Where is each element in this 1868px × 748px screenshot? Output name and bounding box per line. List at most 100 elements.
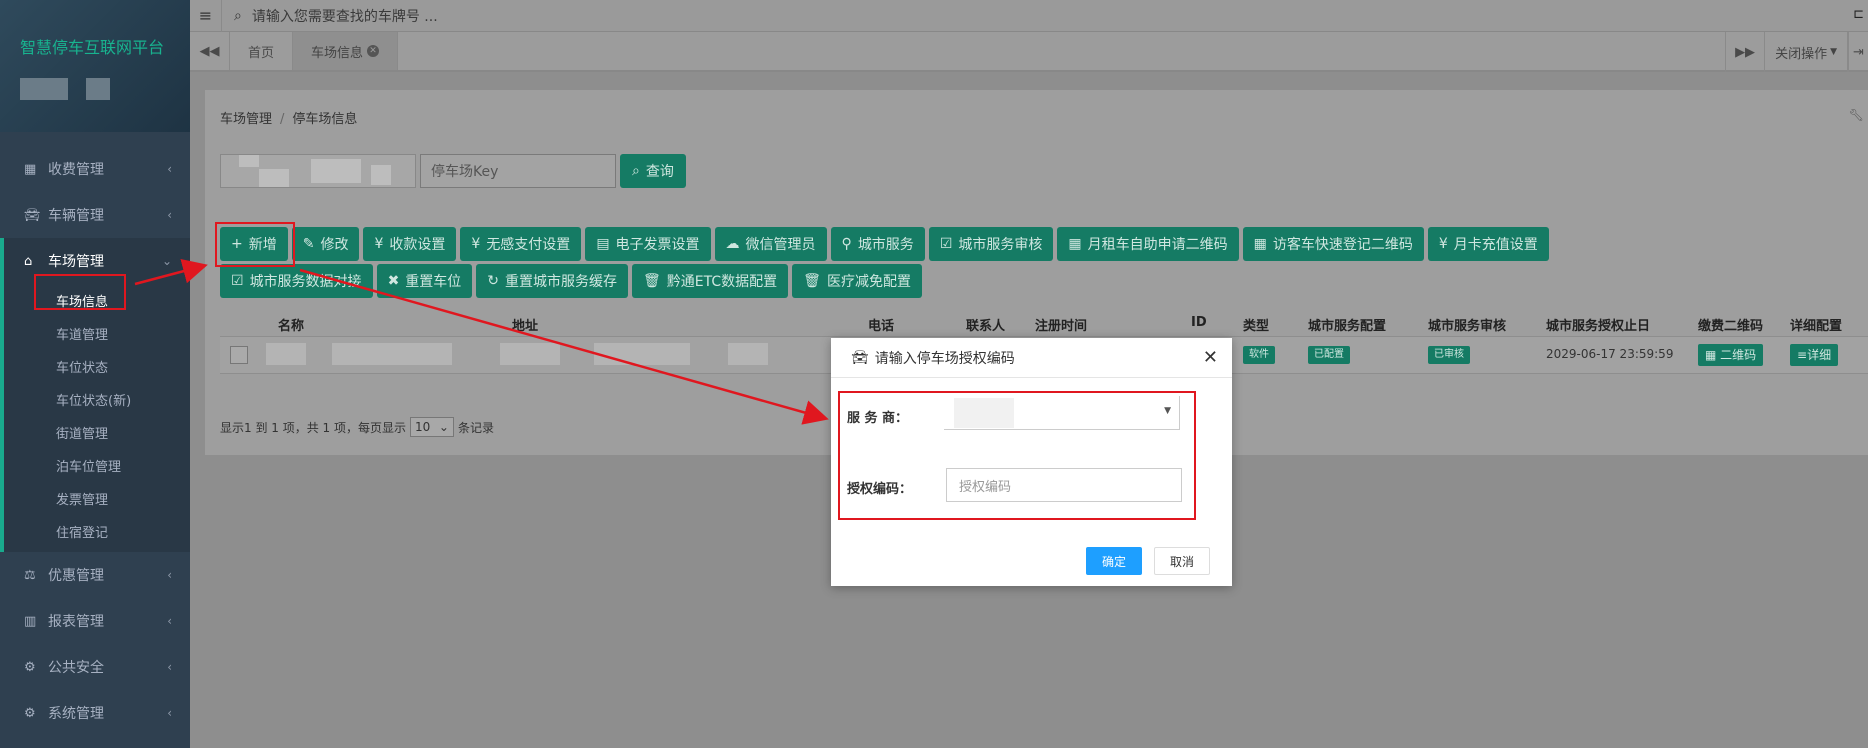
detail-button[interactable]: ≡详细	[1790, 344, 1839, 366]
close-icon[interactable]: ✕	[367, 45, 380, 57]
qrcode-icon: ▦	[1253, 236, 1267, 252]
subnav-item-lanes[interactable]: 车道管理	[4, 317, 190, 350]
breadcrumb: 车场管理 / 停车场信息	[220, 112, 358, 127]
fullscreen-icon[interactable]: ⊏	[1853, 7, 1864, 22]
monthly-qrcode-button[interactable]: ▦ 月租车自助申请二维码	[1057, 227, 1239, 261]
wrench-icon[interactable]: 🔧︎	[1849, 108, 1864, 122]
query-label: 查询	[645, 164, 674, 180]
row-checkbox[interactable]	[230, 346, 248, 364]
parking-select[interactable]	[220, 154, 416, 188]
subnav-item-berths[interactable]: 泊车位管理	[4, 449, 190, 482]
confirm-button[interactable]: 确定	[1086, 547, 1142, 575]
city-audit-badge: 已审核	[1428, 346, 1470, 364]
chevron-left-icon: ‹	[167, 568, 172, 582]
column-header[interactable]: ID	[1191, 315, 1207, 330]
sidebar-item-fee[interactable]: ▦ 收费管理 ‹	[0, 146, 190, 192]
column-header[interactable]: 联系人	[966, 315, 1005, 334]
type-badge: 软件	[1243, 346, 1275, 364]
wechat-admin-button[interactable]: ☁ 微信管理员	[714, 227, 827, 261]
city-data-docking-button[interactable]: ☑ 城市服务数据对接	[220, 264, 373, 298]
toolbar: + 新增 ✎ 修改 ¥ 收款设置 ¥ 无感支付设置 ▤ 电子发票设置 ☁ 微信管理员 ⚲ 城市…	[220, 227, 1660, 298]
grid-icon: ▦	[24, 161, 37, 177]
car-icon: 🚘︎	[851, 349, 869, 366]
car-icon: 🚘︎	[24, 207, 41, 223]
sidebar-item-label: 优惠管理	[48, 568, 104, 584]
column-header[interactable]: 类型	[1243, 315, 1269, 334]
gears-icon: ⚙	[24, 659, 36, 675]
button-label: 城市服务	[857, 237, 914, 253]
breadcrumb-parent[interactable]: 车场管理	[220, 112, 272, 127]
qrcode-button[interactable]: ▦ 二维码	[1698, 344, 1764, 366]
brand: 智慧停车互联网平台	[0, 0, 190, 132]
tab-parking-info[interactable]: 车场信息 ✕	[293, 32, 399, 70]
medical-relief-button[interactable]: 🗑︎ 医疗减免配置	[792, 264, 922, 298]
reset-city-cache-button[interactable]: ↻ 重置城市服务缓存	[476, 264, 629, 298]
sidebar-item-label: 报表管理	[48, 614, 104, 630]
city-service-button[interactable]: ⚲ 城市服务	[830, 227, 925, 261]
tab-scroll-left-icon[interactable]: ◀◀	[190, 32, 230, 70]
column-header[interactable]: 城市服务授权止日	[1546, 315, 1650, 334]
sidebar-item-system[interactable]: ⚙ 系统管理 ‹	[0, 690, 190, 736]
reset-space-button[interactable]: ✖ 重置车位	[376, 264, 473, 298]
column-header[interactable]: 详细配置	[1790, 315, 1842, 334]
gears-icon: ⚙	[24, 705, 36, 721]
button-label: 重置城市服务缓存	[505, 274, 618, 290]
redacted-address	[728, 343, 768, 365]
list-icon: ≡	[1797, 348, 1808, 362]
edit-button[interactable]: ✎ 修改	[291, 227, 360, 261]
pager-suffix: 条记录	[457, 420, 494, 435]
cancel-button[interactable]: 取消	[1154, 547, 1210, 575]
subnav-item-space-status-new[interactable]: 车位状态(新)	[4, 383, 190, 416]
button-label: 详细	[1807, 348, 1832, 362]
scale-icon: ⚖	[24, 567, 36, 583]
column-header[interactable]: 城市服务配置	[1308, 315, 1386, 334]
sidebar-subnav: 车场信息 车道管理 车位状态 车位状态(新) 街道管理 泊车位管理 发票管理 住…	[0, 284, 190, 552]
column-header[interactable]: 名称	[278, 315, 304, 334]
plate-search-input[interactable]: 请输入您需要查找的车牌号 ...	[252, 6, 438, 26]
hamburger-menu-icon[interactable]: ≡	[190, 0, 222, 32]
visitor-qrcode-button[interactable]: ▦ 访客车快速登记二维码	[1242, 227, 1424, 261]
column-header[interactable]: 城市服务审核	[1428, 315, 1506, 334]
etc-config-button[interactable]: 🗑︎ 黔通ETC数据配置	[632, 264, 789, 298]
table-header: 名称 地址 电话 联系人 注册时间 ID 类型 城市服务配置 城市服务审核 城市…	[220, 308, 1868, 336]
button-label: 微信管理员	[745, 237, 816, 253]
caret-down-icon: ▼	[1830, 47, 1837, 57]
tab-home[interactable]: 首页	[230, 32, 294, 70]
tabs-bar: ◀◀ 首页 车场信息 ✕ ▶▶ 关闭操作 ▼ ⇥	[190, 32, 1868, 72]
subnav-item-streets[interactable]: 街道管理	[4, 416, 190, 449]
sidebar-item-vehicle[interactable]: 🚘︎ 车辆管理 ‹	[0, 192, 190, 238]
tab-label: 车场信息	[311, 45, 364, 61]
payment-settings-button[interactable]: ¥ 收款设置	[363, 227, 457, 261]
parking-key-input[interactable]: 停车场Key	[420, 154, 616, 188]
close-icon[interactable]: ✕	[1203, 347, 1218, 368]
app-title: 智慧停车互联网平台	[20, 38, 165, 57]
sidebar-item-security[interactable]: ⚙ 公共安全 ‹	[0, 644, 190, 690]
column-header[interactable]: 电话	[868, 315, 894, 334]
seamless-pay-button[interactable]: ¥ 无感支付设置	[460, 227, 582, 261]
subnav-item-invoices[interactable]: 发票管理	[4, 482, 190, 515]
building-icon: ⌂	[24, 253, 33, 269]
yen-icon: ¥	[1438, 236, 1448, 252]
button-label: 修改	[320, 237, 349, 253]
column-header[interactable]: 地址	[512, 315, 538, 334]
user-avatar[interactable]	[20, 78, 190, 100]
monthly-recharge-button[interactable]: ¥ 月卡充值设置	[1427, 227, 1549, 261]
subnav-item-space-status[interactable]: 车位状态	[4, 350, 190, 383]
button-label: 城市服务数据对接	[249, 274, 362, 290]
trash-icon: 🗑︎	[803, 273, 821, 289]
invoice-icon: ▤	[596, 236, 610, 252]
logout-icon[interactable]: ⇥	[1848, 32, 1868, 72]
column-header[interactable]: 缴费二维码	[1698, 315, 1763, 334]
query-button[interactable]: ⌕ 查询	[620, 154, 686, 188]
column-header[interactable]: 注册时间	[1035, 315, 1087, 334]
page-size-select[interactable]: 10 ⌄	[409, 417, 454, 437]
city-service-audit-button[interactable]: ☑ 城市服务审核	[928, 227, 1054, 261]
sidebar-item-reports[interactable]: ▥ 报表管理 ‹	[0, 598, 190, 644]
subnav-item-lodging[interactable]: 住宿登记	[4, 515, 190, 548]
e-invoice-button[interactable]: ▤ 电子发票设置	[585, 227, 711, 261]
tab-scroll-right-icon[interactable]: ▶▶	[1725, 32, 1766, 72]
close-operations-dropdown[interactable]: 关闭操作 ▼	[1765, 32, 1848, 72]
check-square-icon: ☑	[939, 236, 953, 252]
sidebar-item-discount[interactable]: ⚖ 优惠管理 ‹	[0, 552, 190, 598]
page-size-value: 10	[414, 420, 431, 434]
